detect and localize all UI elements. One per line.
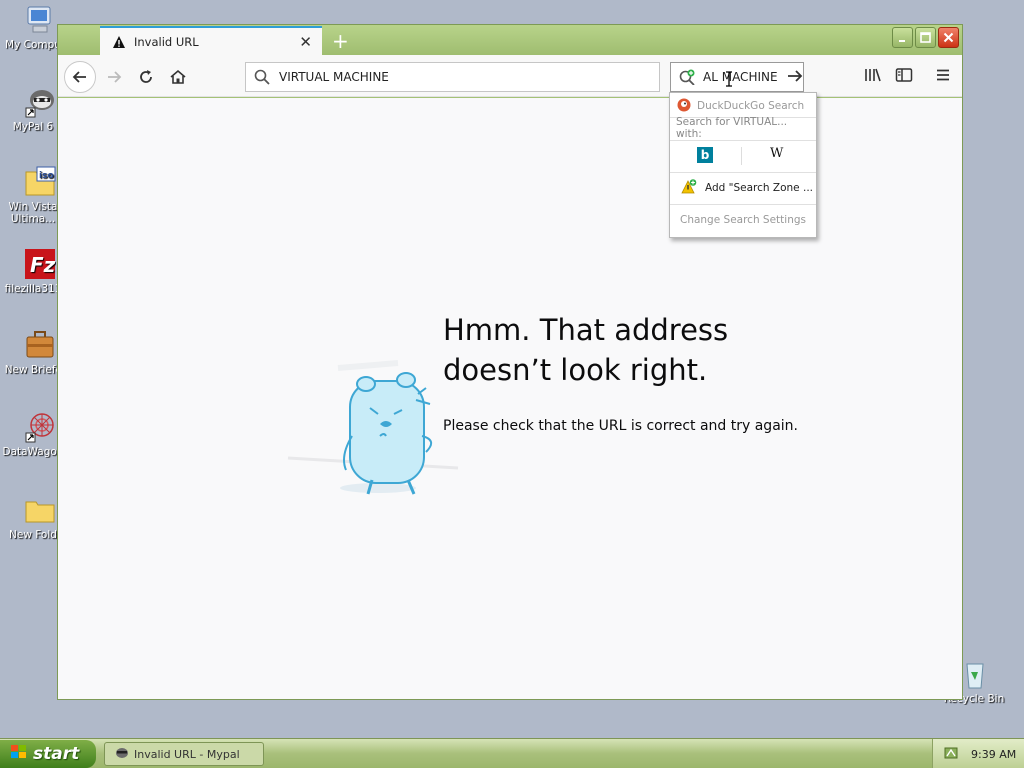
error-heading-line1: Hmm. That address — [443, 313, 729, 347]
error-page: Hmm. That address doesn’t look right. Pl… — [58, 98, 962, 699]
new-tab-button[interactable]: + — [332, 29, 349, 53]
add-search-engine-item[interactable]: Add "Search Zone ... — [670, 177, 816, 199]
search-go-arrow-icon[interactable] — [787, 68, 803, 87]
desktop-icon-label: filezilla311 — [4, 283, 62, 295]
iso-file-icon: iso — [24, 166, 56, 198]
menu-button[interactable] — [935, 67, 951, 86]
forward-button[interactable] — [102, 61, 126, 93]
warning-icon — [112, 35, 126, 49]
taskbar-item-mypal[interactable]: Invalid URL - Mypal — [104, 742, 264, 766]
wikipedia-icon[interactable]: W — [770, 146, 783, 161]
maximize-button[interactable] — [915, 27, 936, 48]
alternate-engines-row: b W — [670, 143, 816, 169]
tab-close-icon[interactable]: ✕ — [299, 33, 312, 51]
duckduckgo-icon — [677, 98, 691, 115]
address-bar[interactable]: VIRTUAL MACHINE — [245, 62, 660, 92]
search-for-label: Search for VIRTUAL... with: — [670, 116, 816, 140]
svg-text:Fz: Fz — [30, 253, 56, 277]
svg-text:iso: iso — [39, 171, 54, 181]
back-arrow-icon — [72, 71, 86, 83]
start-button[interactable]: start — [0, 740, 96, 768]
current-engine-row[interactable]: DuckDuckGo Search — [670, 96, 816, 116]
taskbar: start Invalid URL - Mypal 9:39 AM — [0, 738, 1024, 768]
library-button[interactable] — [864, 67, 882, 86]
search-bar[interactable]: AL MACHINE — [670, 62, 804, 92]
change-search-settings-label: Change Search Settings — [679, 214, 806, 226]
tray-app-icon[interactable] — [943, 745, 959, 764]
desktop-icon-label: MyPal 6 — [12, 121, 54, 133]
confused-mascot-illustration — [268, 318, 468, 501]
forward-arrow-icon — [108, 71, 122, 83]
search-for-text: Search for VIRTUAL... with: — [676, 116, 788, 140]
error-message: Please check that the URL is correct and… — [443, 418, 798, 434]
datawagon-icon — [24, 411, 56, 443]
search-engine-add-icon[interactable] — [679, 69, 695, 86]
search-icon — [254, 69, 270, 85]
desktop-icon-label: My Compu — [5, 39, 61, 51]
navigation-toolbar: VIRTUAL MACHINE AL MACHINE — [58, 55, 962, 97]
back-button[interactable] — [64, 61, 96, 93]
bing-icon[interactable]: b — [697, 147, 713, 163]
address-input-value[interactable]: VIRTUAL MACHINE — [279, 70, 389, 84]
library-icon — [865, 68, 881, 82]
add-engine-warning-icon — [681, 178, 697, 198]
minimize-button[interactable] — [892, 27, 913, 48]
reload-button[interactable] — [134, 61, 158, 93]
start-label: start — [33, 744, 80, 764]
taskbar-item-label: Invalid URL - Mypal — [134, 747, 240, 761]
close-button[interactable] — [938, 27, 959, 48]
tab-title: Invalid URL — [134, 35, 199, 49]
divider — [670, 172, 816, 173]
briefcase-icon — [24, 329, 56, 361]
computer-icon — [24, 4, 56, 36]
desktop-icon-label: New Briefc — [4, 364, 62, 376]
windows-logo-icon — [10, 744, 28, 765]
raccoon-icon — [115, 746, 129, 763]
filezilla-icon: Fz — [24, 248, 56, 280]
raccoon-icon — [24, 86, 56, 118]
desktop-icon-label: New Fold — [9, 529, 57, 541]
system-tray: 9:39 AM — [932, 739, 1024, 768]
error-heading: Hmm. That address doesn’t look right. — [443, 310, 773, 390]
change-search-settings-item[interactable]: Change Search Settings — [670, 210, 816, 230]
folder-icon — [24, 494, 56, 526]
reload-icon — [140, 70, 152, 83]
window-controls — [892, 27, 959, 48]
error-heading-line2: doesn’t look right. — [443, 353, 708, 387]
divider — [670, 204, 816, 205]
desktop-icon-label: Win Vista Ultima... — [8, 201, 58, 225]
text-cursor-icon — [725, 71, 733, 90]
sidebar-icon — [895, 68, 913, 82]
clock[interactable]: 9:39 AM — [971, 748, 1016, 761]
sidebar-button[interactable] — [895, 67, 913, 86]
desktop-icon-label: DataWagon — [2, 446, 64, 458]
search-suggestions-dropdown: DuckDuckGo Search Search for VIRTUAL... … — [669, 92, 817, 238]
browser-window: Invalid URL ✕ + VIRTUAL MACHINE AL MACHI… — [57, 24, 963, 700]
tab-invalid-url[interactable]: Invalid URL ✕ — [100, 26, 322, 56]
title-bar: Invalid URL ✕ + — [58, 25, 962, 56]
home-icon — [170, 69, 186, 84]
current-engine-label: DuckDuckGo Search — [697, 100, 805, 112]
home-button[interactable] — [166, 61, 190, 93]
hamburger-menu-icon — [937, 69, 949, 81]
search-input-value[interactable]: AL MACHINE — [703, 70, 781, 84]
add-engine-label: Add "Search Zone ... — [705, 182, 813, 194]
divider — [670, 140, 816, 141]
divider — [741, 147, 742, 165]
